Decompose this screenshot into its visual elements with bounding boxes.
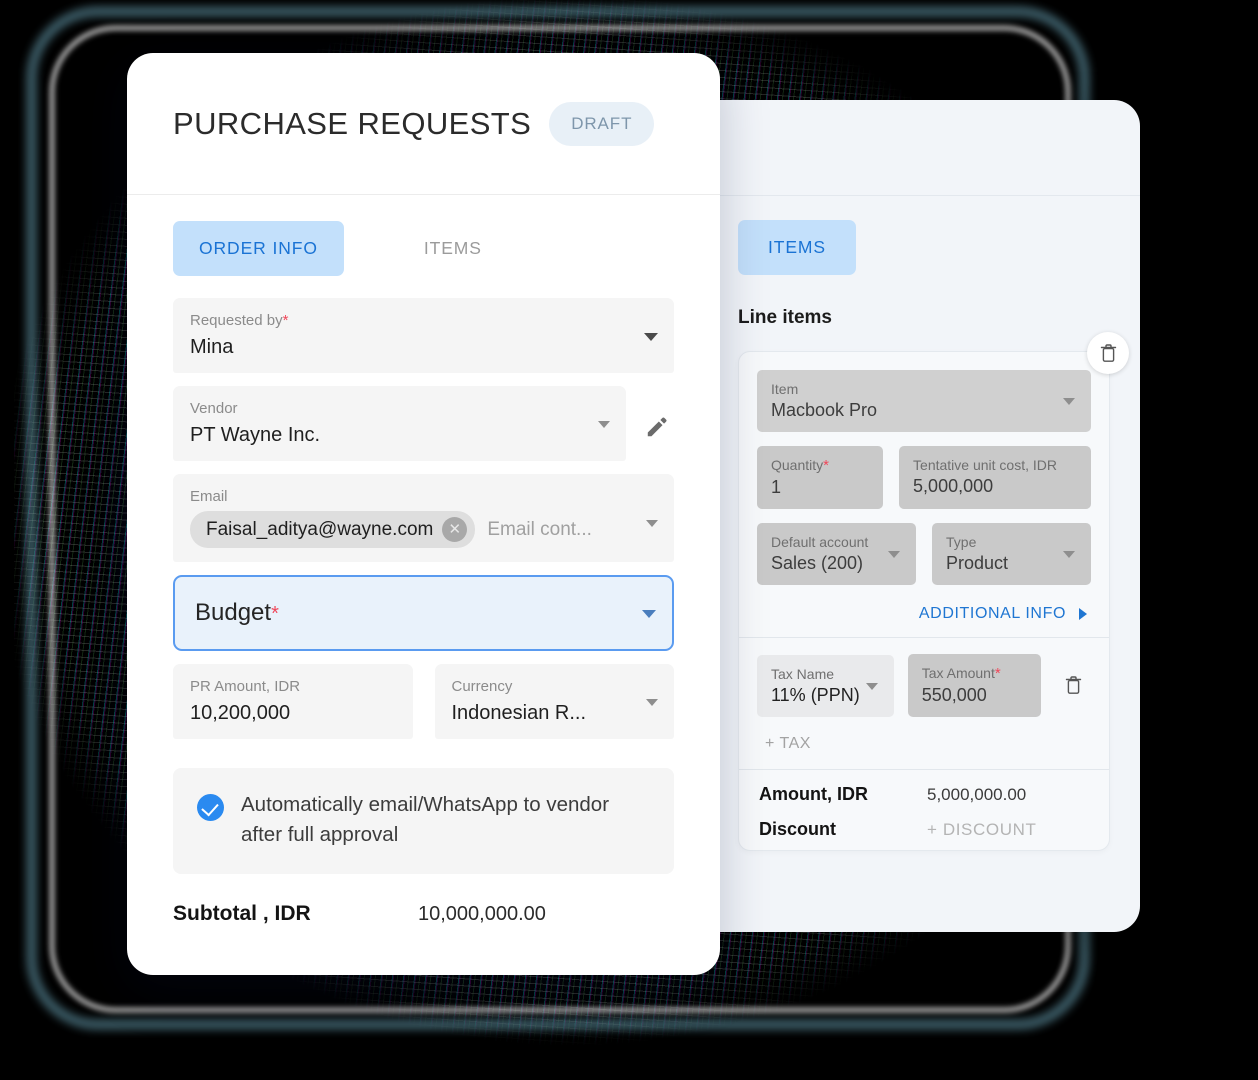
requested-by-label: Requested by* [190,312,289,329]
chevron-down-icon [1063,551,1075,558]
edit-vendor-button[interactable] [640,404,674,450]
vendor-select[interactable]: Vendor PT Wayne Inc. [173,386,626,461]
auto-notify-checkbox-block[interactable]: Automatically email/WhatsApp to vendor a… [173,768,674,874]
default-account-value: Sales (200) [771,553,864,573]
pr-amount-value: 10,200,000 [190,702,291,724]
tab-items-label: ITEMS [423,238,482,258]
unit-cost-input[interactable]: Tentative unit cost, IDR 5,000,000 [899,446,1091,509]
screenshot-stage: ITEMS Line items Item Macbook Pro Quanti… [0,0,1258,1080]
pr-amount-input[interactable]: PR Amount, IDR 10,200,000 [173,664,413,739]
budget-label: Budget* [195,599,279,626]
type-label: Type [946,534,977,550]
email-chip-label: Faisal_aditya@wayne.com [206,518,434,540]
email-label: Email [190,488,228,505]
required-marker: * [282,312,289,329]
tax-amount-label: Tax Amount* [921,665,1001,682]
requested-by-value: Mina [190,336,234,358]
subtotal-label: Subtotal , IDR [173,902,311,925]
tax-amount-input[interactable]: Tax Amount* 550,000 [907,654,1041,717]
chevron-down-icon [1063,398,1075,405]
auto-notify-label: Automatically email/WhatsApp to vendor a… [241,793,610,846]
additional-info-link[interactable]: ADDITIONAL INFO [757,605,1087,623]
delete-line-item-button[interactable] [1087,332,1129,374]
card-header: PURCHASE REQUESTS DRAFT [127,53,720,195]
amount-label: Amount, IDR [759,784,868,804]
subtotal-value: 10,000,000.00 [418,903,546,925]
default-account-select[interactable]: Default account Sales (200) [757,523,916,585]
tax-row: Tax Name 11% (PPN) Tax Amount* 550,000 [757,638,1091,717]
required-marker: * [271,603,279,625]
checkbox-checked-icon[interactable] [197,794,224,821]
quantity-input[interactable]: Quantity* 1 [757,446,884,509]
tab-items[interactable]: ITEMS [398,221,508,276]
trash-icon [1100,343,1116,362]
pr-amount-label: PR Amount, IDR [190,678,301,695]
currency-value: Indonesian R... [451,702,587,724]
email-input-placeholder: Email cont... [487,518,592,540]
chevron-down-icon [642,610,656,618]
additional-info-label: ADDITIONAL INFO [918,605,1066,622]
account-type-row: Default account Sales (200) Type Product [757,523,1091,585]
unit-cost-value: 5,000,000 [913,476,994,496]
tax-name-select[interactable]: Tax Name 11% (PPN) [757,654,894,717]
email-chip-row: Faisal_aditya@wayne.com ✕ Email cont... [190,511,634,548]
chevron-down-icon [598,420,610,428]
pencil-icon [647,417,667,437]
email-field[interactable]: Email Faisal_aditya@wayne.com ✕ Email co… [173,474,674,562]
type-value: Product [946,553,1009,573]
order-info-form: Requested by* Mina Vendor PT Wayne Inc. [127,276,720,752]
required-marker: * [994,665,1001,682]
tax-name-label: Tax Name [771,665,835,682]
currency-label: Currency [451,678,513,695]
add-tax-button[interactable]: + TAX [757,717,1091,769]
tab-items-right[interactable]: ITEMS [738,220,856,275]
amount-currency-row: PR Amount, IDR 10,200,000 Currency Indon… [173,664,674,752]
requested-by-select[interactable]: Requested by* Mina [173,298,674,373]
trash-icon [1065,676,1081,694]
amount-value: 5,000,000.00 [927,785,1027,804]
tab-order-info[interactable]: ORDER INFO [173,221,344,276]
chevron-down-icon [646,519,658,527]
quantity-label: Quantity* [771,457,829,474]
tax-name-value: 11% (PPN) [771,684,860,705]
item-select[interactable]: Item Macbook Pro [757,370,1091,432]
discount-row: Discount + DISCOUNT [757,819,1091,840]
quantity-value: 1 [771,477,782,497]
unit-cost-label: Tentative unit cost, IDR [913,457,1057,473]
tab-items-right-label: ITEMS [768,237,826,257]
line-items-heading: Line items [738,307,832,328]
chevron-right-icon [1079,608,1087,620]
chevron-down-icon [865,682,878,690]
vendor-row: Vendor PT Wayne Inc. [173,386,674,474]
chevron-down-icon [646,698,658,706]
currency-select[interactable]: Currency Indonesian R... [434,664,674,739]
tab-bar: ORDER INFO ITEMS [127,195,720,276]
discount-label: Discount [759,819,837,839]
quantity-cost-row: Quantity* 1 Tentative unit cost, IDR 5,0… [757,446,1091,509]
item-label: Item [771,381,799,397]
close-circle-icon[interactable]: ✕ [442,517,468,542]
tax-amount-value: 550,000 [921,685,987,705]
line-item-row: Item Macbook Pro Quantity* 1 Tentative u… [738,332,1129,851]
subtotal-row: Subtotal , IDR 10,000,000.00 [127,874,720,926]
chevron-down-icon [888,551,900,558]
chevron-down-icon [644,332,658,341]
vendor-label: Vendor [190,400,238,417]
required-marker: * [823,457,829,474]
budget-select[interactable]: Budget* [173,575,674,651]
page-title: PURCHASE REQUESTS [173,105,532,141]
amount-row: Amount, IDR 5,000,000.00 [757,784,1091,805]
email-chip[interactable]: Faisal_aditya@wayne.com ✕ [190,511,476,548]
order-info-card: PURCHASE REQUESTS DRAFT ORDER INFO ITEMS… [127,53,720,975]
status-badge: DRAFT [549,101,655,146]
delete-tax-button[interactable] [1055,676,1091,695]
item-value: Macbook Pro [771,400,878,420]
tab-order-info-label: ORDER INFO [199,238,318,258]
add-discount-button[interactable]: + DISCOUNT [927,820,1036,840]
vendor-value: PT Wayne Inc. [190,424,321,446]
type-select[interactable]: Type Product [932,523,1091,585]
default-account-label: Default account [771,534,869,550]
divider [739,769,1109,770]
